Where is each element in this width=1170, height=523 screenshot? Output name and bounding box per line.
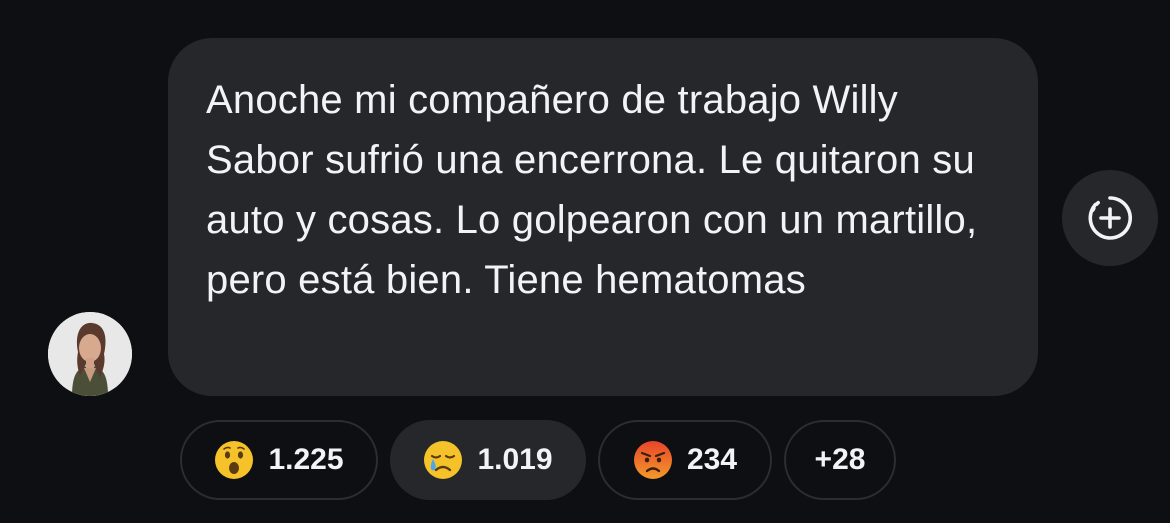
more-reactions-button[interactable]: +28 (784, 420, 896, 500)
reactions-bar: 1.225 1.019 234 +28 (180, 420, 896, 500)
surprised-face-emoji (214, 440, 254, 480)
reaction-crying[interactable]: 1.019 (390, 420, 586, 500)
angry-face-emoji (633, 440, 673, 480)
reaction-surprised[interactable]: 1.225 (180, 420, 378, 500)
reaction-angry[interactable]: 234 (598, 420, 772, 500)
reaction-count: 1.019 (477, 443, 553, 476)
avatar-photo-icon (48, 312, 132, 396)
crying-face-emoji (423, 440, 463, 480)
add-reaction-icon (1088, 196, 1133, 240)
add-reaction-button[interactable] (1062, 170, 1158, 266)
sender-avatar[interactable] (48, 312, 132, 396)
message-bubble[interactable]: Anoche mi compañero de trabajo Willy Sab… (168, 38, 1038, 396)
more-reactions-label: +28 (814, 443, 866, 476)
reaction-count: 234 (686, 443, 738, 476)
reaction-count: 1.225 (268, 443, 344, 476)
message-text: Anoche mi compañero de trabajo Willy Sab… (206, 78, 978, 302)
